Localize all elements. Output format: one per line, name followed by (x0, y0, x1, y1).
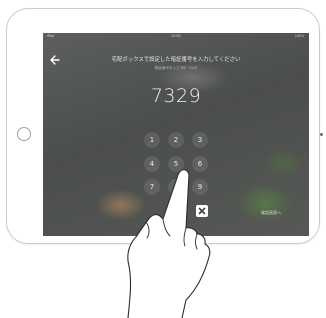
status-time: 10:00 (171, 34, 181, 38)
keypad-key-7[interactable]: 7 (144, 179, 160, 195)
home-button[interactable] (17, 127, 31, 141)
back-button[interactable] (48, 53, 62, 67)
keypad-key-9[interactable]: 9 (192, 179, 208, 195)
tablet-screen: iPad 10:00 100% 宅配ボックスで設定した暗証番号を入力してください… (43, 33, 309, 236)
keypad-key-8[interactable]: 8 (168, 179, 184, 195)
keypad-key-4[interactable]: 4 (144, 156, 160, 172)
tablet-device: iPad 10:00 100% 宅配ボックスで設定した暗証番号を入力してください… (6, 8, 323, 244)
keypad-key-6[interactable]: 6 (192, 156, 208, 172)
instruction-text: 宅配ボックスで設定した暗証番号を入力してください (111, 57, 241, 63)
status-battery: 100% (294, 34, 304, 38)
side-sensor (320, 133, 323, 136)
instruction-subtext: 暗証番号を入力 例）7329 (154, 66, 198, 70)
confirm-button[interactable]: 確認画面へ (251, 209, 291, 217)
delete-button[interactable] (196, 205, 208, 217)
keypad-key-3[interactable]: 3 (192, 132, 208, 148)
arrow-left-icon (50, 55, 60, 65)
status-bar: iPad 10:00 100% (43, 33, 309, 41)
keypad-key-1[interactable]: 1 (144, 132, 160, 148)
keypad-key-2[interactable]: 2 (168, 132, 184, 148)
keypad-key-0[interactable]: 0 (168, 203, 184, 219)
code-display: 7329 (150, 85, 202, 107)
close-icon (198, 207, 206, 215)
keypad-key-5[interactable]: 5 (168, 156, 184, 172)
